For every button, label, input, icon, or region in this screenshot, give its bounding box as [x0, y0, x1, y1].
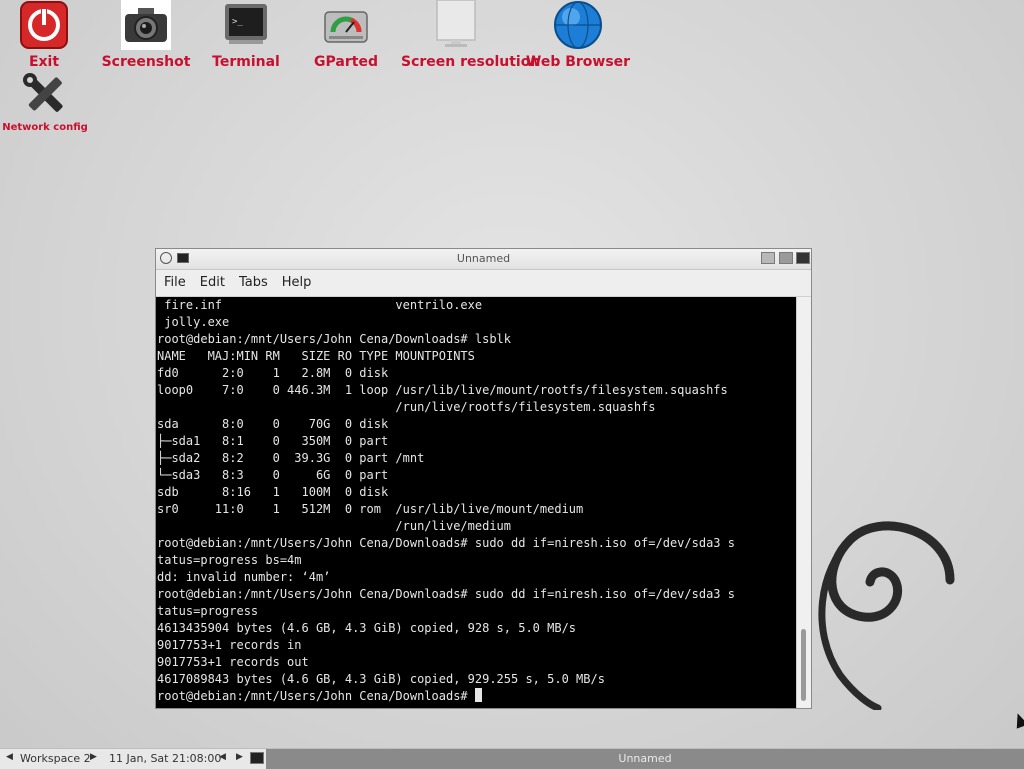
workspace-prev-icon[interactable]: ◀: [6, 752, 13, 762]
terminal-prompt-line[interactable]: root@debian:/mnt/Users/John Cena/Downloa…: [157, 688, 798, 705]
window-titlebar[interactable]: Unnamed: [156, 249, 811, 270]
terminal-line: tatus=progress bs=4m: [157, 553, 302, 567]
terminal-line: 4617089843 bytes (4.6 GB, 4.3 GiB) copie…: [157, 672, 605, 686]
terminal-line: dd: invalid number: ‘4m’: [157, 570, 331, 584]
monitor-icon: [431, 0, 481, 50]
desktop-icon-label: GParted: [314, 54, 378, 70]
terminal-line: sda 8:0 0 70G 0 disk: [157, 417, 389, 431]
clock: 11 Jan, Sat 21:08:00: [109, 752, 222, 765]
terminal-line: jolly.exe: [157, 315, 230, 329]
close-button[interactable]: [796, 252, 810, 264]
terminal-line: tatus=progress: [157, 604, 259, 618]
desktop-icon-gparted[interactable]: GParted: [291, 0, 401, 70]
terminal-line: 9017753+1 records out: [157, 655, 309, 669]
terminal-line: 9017753+1 records in: [157, 638, 302, 652]
debian-swirl-logo: [818, 521, 955, 710]
window-title: Unnamed: [456, 252, 511, 265]
desktop-icon-label: Terminal: [212, 54, 280, 70]
terminal-line: root@debian:/mnt/Users/John Cena/Downloa…: [157, 536, 735, 550]
desktop-icon-web-browser[interactable]: Web Browser: [523, 0, 633, 70]
terminal-line: root@debian:/mnt/Users/John Cena/Downloa…: [157, 332, 512, 346]
minimize-button[interactable]: [761, 252, 775, 264]
terminal-line: └─sda3 8:3 0 6G 0 part: [157, 468, 389, 482]
terminal-line: loop0 7:0 0 446.3M 1 loop /usr/lib/live/…: [157, 383, 728, 397]
task-next-icon[interactable]: ▶: [236, 752, 243, 762]
disk-gauge-icon: [321, 0, 371, 50]
desktop-icon-label: Screenshot: [101, 54, 191, 70]
maximize-button[interactable]: [779, 252, 793, 264]
taskbar: ◀ Workspace 2 ▶ 11 Jan, Sat 21:08:00 ◀ ▶…: [0, 748, 1024, 769]
terminal-prompt: root@debian:/mnt/Users/John Cena/Downloa…: [157, 689, 475, 703]
terminal-line: ├─sda1 8:1 0 350M 0 part: [157, 434, 389, 448]
power-icon: [19, 0, 69, 50]
menu-edit[interactable]: Edit: [193, 270, 232, 290]
desktop-icon-network-config[interactable]: Network config: [0, 70, 100, 133]
terminal-line: fd0 2:0 1 2.8M 0 disk: [157, 366, 389, 380]
desktop-icon-screenshot[interactable]: Screenshot: [91, 0, 201, 70]
menu-help[interactable]: Help: [275, 270, 319, 290]
wrench-screwdriver-icon: [20, 70, 70, 120]
terminal-icon: [250, 752, 264, 764]
terminal-window[interactable]: Unnamed File Edit Tabs Help fire.inf ventri…: [155, 248, 812, 709]
terminal-line: sr0 11:0 1 512M 0 rom /usr/lib/live/moun…: [157, 502, 584, 516]
terminal-line: /run/live/rootfs/filesystem.squashfs: [157, 400, 656, 414]
desktop-icon-label: Exit: [28, 54, 60, 70]
desktop-icon-label: Web Browser: [525, 54, 631, 70]
svg-text:>_: >_: [232, 17, 243, 27]
workspace-label[interactable]: Workspace 2: [20, 752, 91, 765]
terminal-scrollbar[interactable]: [796, 297, 811, 708]
terminal-line: fire.inf ventrilo.exe: [157, 298, 483, 312]
terminal-line: NAME MAJ:MIN RM SIZE RO TYPE MOUNTPOINTS: [157, 349, 475, 363]
terminal-line: ├─sda2 8:2 0 39.3G 0 part /mnt: [157, 451, 425, 465]
desktop-icon-label: Network config: [2, 122, 88, 133]
desktop-icon-screen-resolution[interactable]: Screen resolution: [401, 0, 541, 70]
desktop-icon-terminal[interactable]: >_ Terminal: [191, 0, 301, 70]
menu-tabs[interactable]: Tabs: [232, 270, 275, 290]
menu-file[interactable]: File: [156, 270, 193, 290]
text-cursor: [474, 688, 482, 702]
camera-icon: [121, 0, 171, 50]
desktop-icon-exit[interactable]: Exit: [0, 0, 99, 70]
scrollbar-thumb[interactable]: [801, 629, 806, 701]
desktop-icon-label: Screen resolution: [401, 54, 541, 70]
terminal-icon: >_: [221, 0, 271, 50]
terminal-line: sdb 8:16 1 100M 0 disk: [157, 485, 389, 499]
terminal-line: root@debian:/mnt/Users/John Cena/Downloa…: [157, 587, 735, 601]
menu-bar: File Edit Tabs Help: [156, 270, 811, 297]
task-prev-icon[interactable]: ◀: [219, 752, 226, 762]
mouse-pointer-icon: [1011, 711, 1024, 729]
terminal-output[interactable]: fire.inf ventrilo.exe jolly.exe root@deb…: [156, 297, 798, 708]
globe-icon: [553, 0, 603, 50]
terminal-line: /run/live/medium: [157, 519, 512, 533]
terminal-line: 4613435904 bytes (4.6 GB, 4.3 GiB) copie…: [157, 621, 577, 635]
taskbar-window-title: Unnamed: [618, 752, 672, 765]
taskbar-window-button[interactable]: Unnamed: [266, 749, 1024, 769]
workspace-next-icon[interactable]: ▶: [90, 752, 97, 762]
